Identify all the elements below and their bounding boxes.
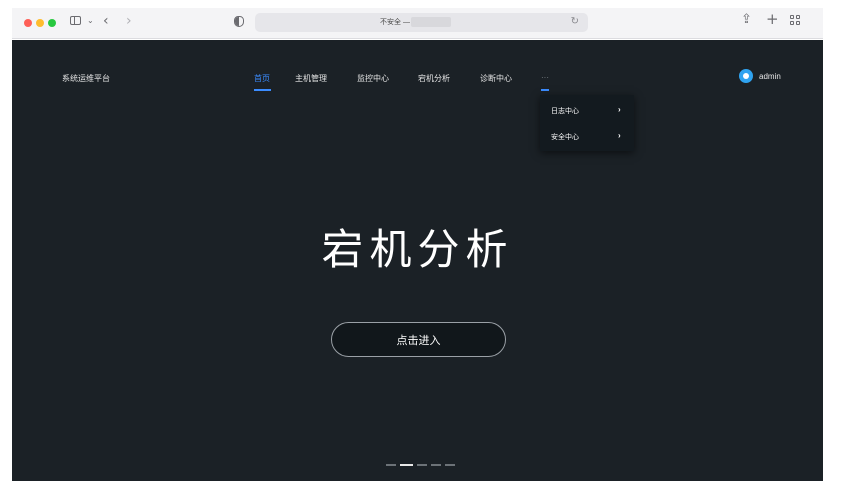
address-text: 不安全 — (380, 19, 410, 26)
nav-item-monitoring-center[interactable]: 监控中心 (357, 73, 389, 84)
maximize-window-button[interactable] (48, 19, 56, 27)
close-window-button[interactable] (24, 19, 32, 27)
menu-item-log-center[interactable]: 日志中心 › (540, 97, 634, 123)
nav-more-indicator (541, 89, 549, 91)
avatar (739, 69, 753, 83)
carousel-dot[interactable] (445, 464, 455, 466)
menu-item-security-center[interactable]: 安全中心 › (540, 123, 634, 149)
privacy-shield-icon[interactable] (234, 16, 244, 27)
chevron-right-icon: › (618, 131, 621, 140)
menu-item-label: 安全中心 (551, 134, 579, 141)
brand-title: 系统运维平台 (62, 74, 110, 83)
new-tab-plus-icon[interactable]: + (766, 12, 779, 27)
menu-item-label: 日志中心 (551, 108, 579, 115)
address-redacted-url (411, 17, 451, 27)
browser-toolbar: ⌄ ‹ › 不安全 — ↻ ⇪ + (12, 8, 823, 39)
enter-button[interactable]: 点击进入 (331, 322, 506, 357)
carousel-dot[interactable] (417, 464, 427, 466)
user-menu[interactable]: admin (739, 69, 781, 83)
nav-item-more[interactable]: ··· (541, 73, 549, 82)
carousel-dot[interactable] (431, 464, 441, 466)
nav-active-indicator (254, 89, 271, 91)
app-page: 系统运维平台 首页 主机管理 监控中心 宕机分析 诊断中心 ··· admin … (12, 40, 823, 481)
carousel-indicators (386, 464, 455, 466)
username: admin (759, 71, 781, 81)
nav-item-host-management[interactable]: 主机管理 (295, 73, 327, 84)
nav-item-diagnosis-center[interactable]: 诊断中心 (480, 73, 512, 84)
minimize-window-button[interactable] (36, 19, 44, 27)
nav-item-home[interactable]: 首页 (254, 73, 270, 84)
nav-item-crash-analysis[interactable]: 宕机分析 (418, 73, 450, 84)
carousel-dot-active[interactable] (400, 464, 413, 466)
sidebar-toggle-icon[interactable] (70, 16, 81, 25)
back-arrow-icon[interactable]: ‹ (103, 14, 109, 28)
more-dropdown-menu: 日志中心 › 安全中心 › (540, 95, 634, 151)
carousel-dot[interactable] (386, 464, 396, 466)
chevron-right-icon: › (618, 105, 621, 114)
reload-icon[interactable]: ↻ (571, 16, 579, 27)
chevron-down-icon[interactable]: ⌄ (87, 17, 94, 25)
share-icon[interactable]: ⇪ (741, 13, 752, 26)
forward-arrow-icon[interactable]: › (126, 14, 132, 28)
tab-overview-grid-icon[interactable] (790, 15, 801, 26)
hero-title: 宕机分析 (321, 225, 514, 274)
address-bar[interactable]: 不安全 — ↻ (255, 13, 588, 32)
